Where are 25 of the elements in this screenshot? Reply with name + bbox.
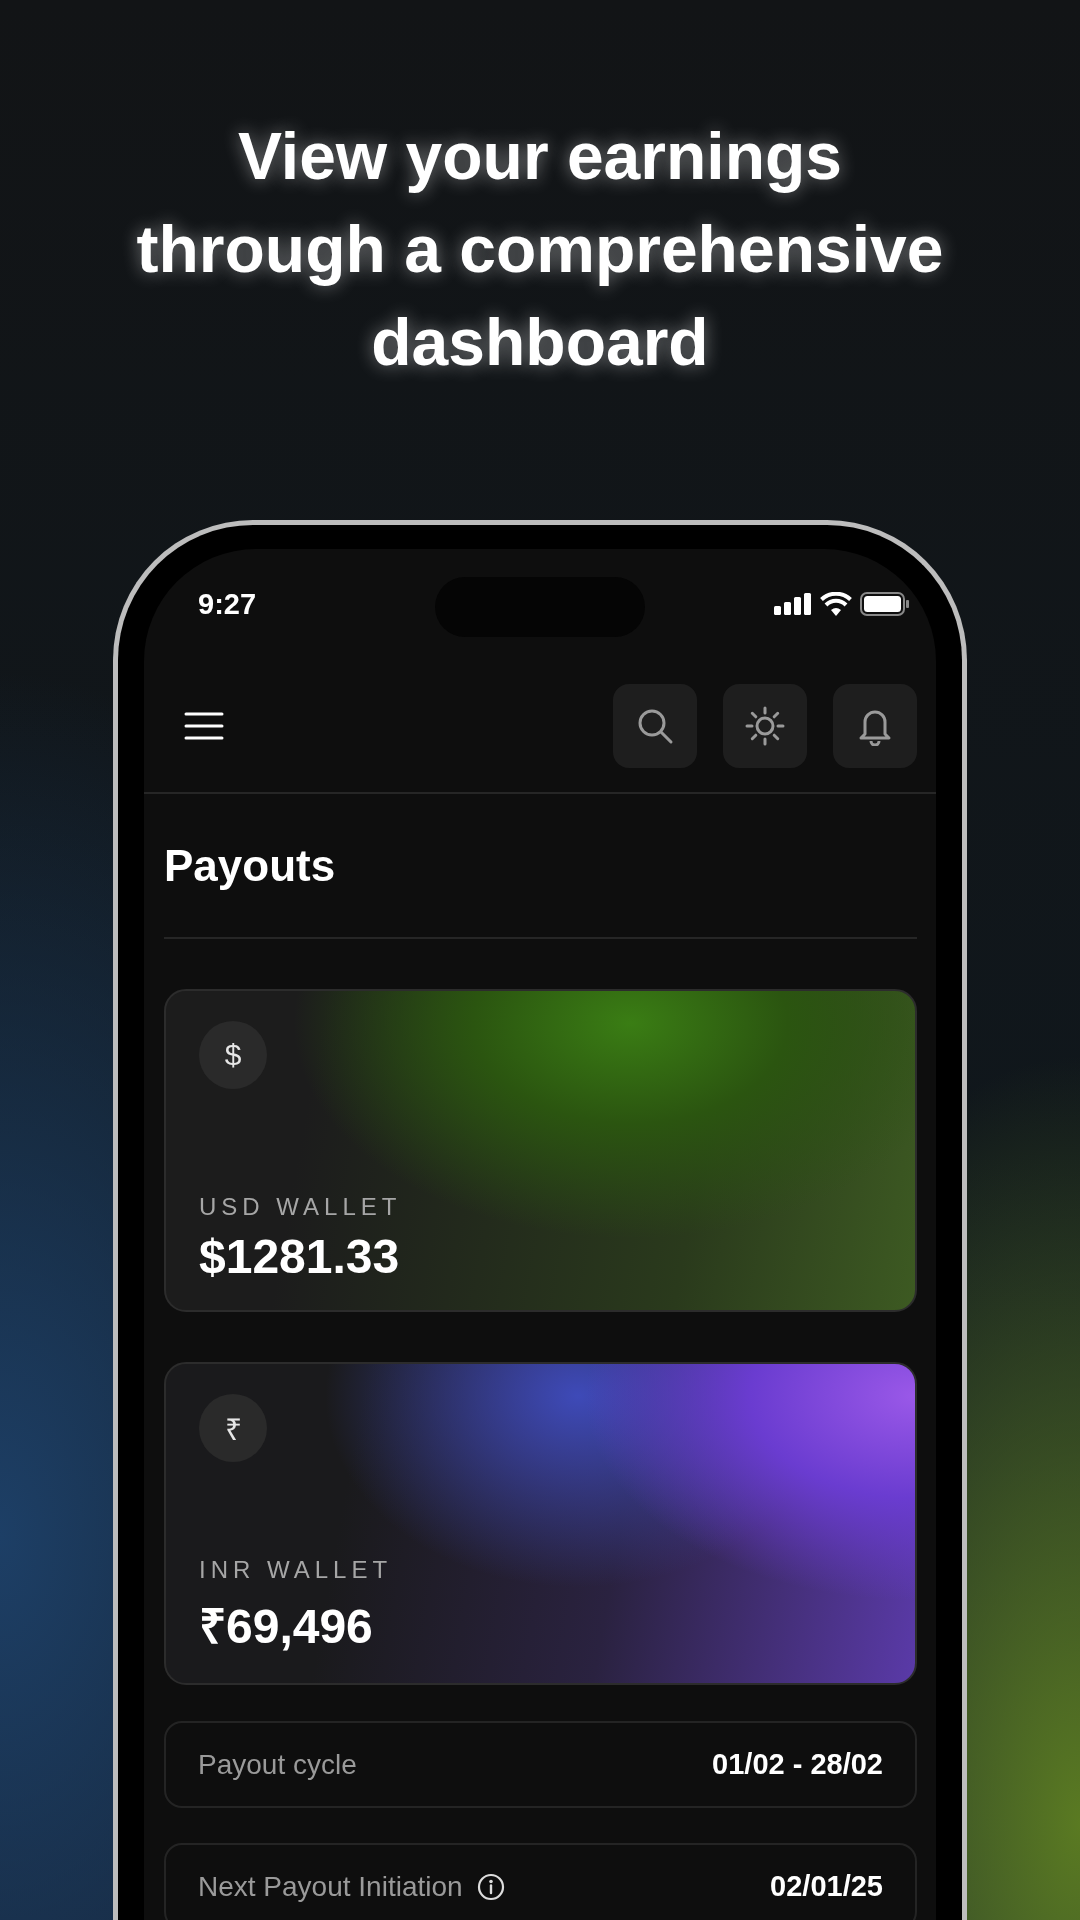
currency-icon: ₹	[199, 1394, 267, 1462]
currency-icon: $	[199, 1021, 267, 1089]
menu-icon	[184, 710, 224, 741]
wifi-icon	[820, 592, 852, 616]
wallet-label: INR WALLET	[199, 1556, 394, 1584]
wallet-card[interactable]: $ USD WALLET $1281.33	[164, 989, 917, 1312]
sun-icon	[744, 704, 786, 747]
info-icon[interactable]	[476, 1872, 505, 1901]
wallet-card[interactable]: ₹ INR WALLET ₹69,496	[164, 1362, 917, 1685]
wallet-label: USD WALLET	[199, 1193, 403, 1221]
search-button[interactable]	[613, 683, 697, 768]
detail-label: Next Payout Initiation	[198, 1870, 463, 1903]
detail-label: Payout cycle	[198, 1748, 357, 1781]
theme-button[interactable]	[723, 683, 807, 768]
signal-icon	[774, 593, 812, 615]
wallet-balance: ₹69,496	[199, 1599, 374, 1655]
detail-value: 01/02 - 28/02	[712, 1748, 883, 1781]
page-title: Payouts	[164, 840, 336, 891]
menu-button[interactable]	[184, 710, 224, 741]
detail-value: 02/01/25	[770, 1870, 883, 1903]
headline: View your earnings through a comprehensive dashboard	[135, 118, 945, 381]
notifications-button[interactable]	[833, 683, 917, 768]
battery-icon	[860, 592, 910, 616]
status-time: 9:27	[198, 587, 257, 621]
wallet-balance: $1281.33	[199, 1229, 401, 1284]
